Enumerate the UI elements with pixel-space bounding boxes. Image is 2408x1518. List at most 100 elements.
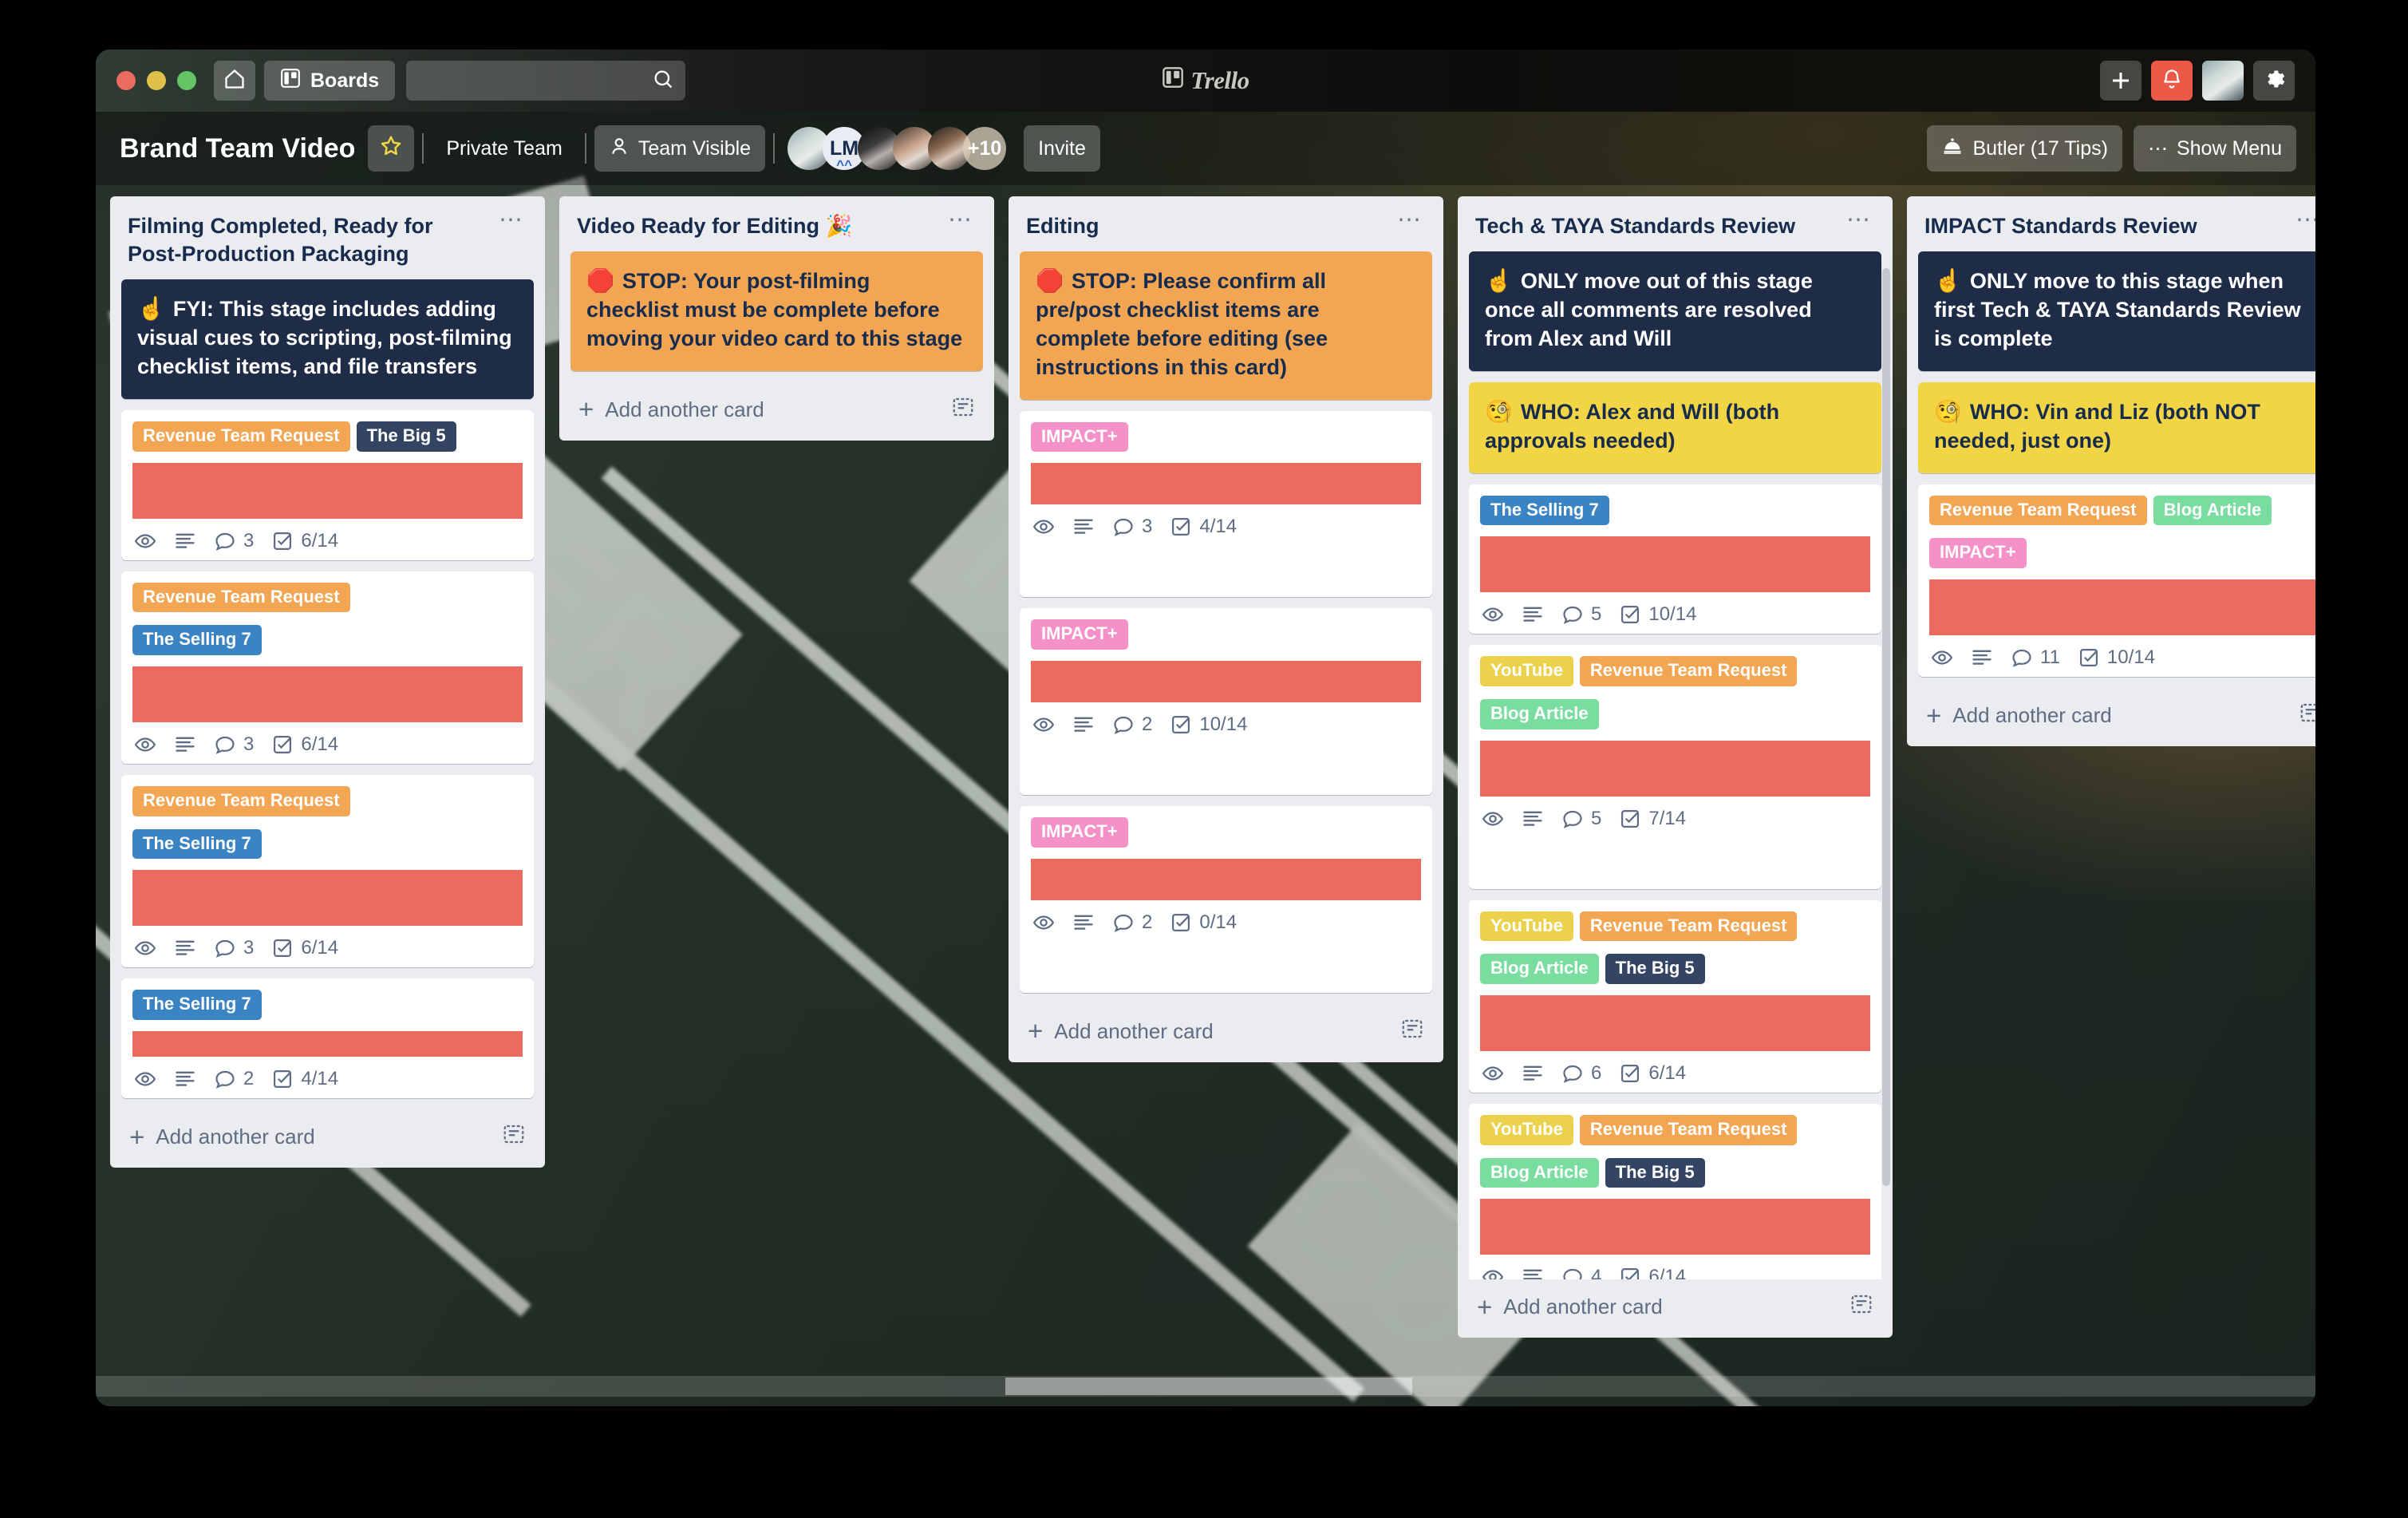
avatar[interactable] [1289, 548, 1328, 587]
card-template-icon[interactable] [502, 1122, 526, 1152]
card-label[interactable]: Blog Article [1480, 699, 1599, 729]
board-visibility-button[interactable]: Team Visible [594, 125, 766, 172]
card[interactable]: The Selling 7 2 4/14 [121, 978, 534, 1099]
avatar[interactable] [1335, 745, 1375, 785]
card[interactable]: Revenue Team Request The Selling 7 3 6/14 [121, 774, 534, 968]
card-label[interactable]: The Big 5 [356, 421, 456, 452]
list-menu-button[interactable]: ⋯ [494, 208, 529, 232]
card[interactable]: Revenue Team Request Blog Article IMPACT+ 1… [1918, 484, 2315, 677]
add-another-card-button[interactable]: + Add another card [570, 382, 983, 433]
add-another-card-button[interactable]: + Add another card [1020, 1004, 1432, 1054]
card-label[interactable]: Revenue Team Request [1579, 656, 1798, 686]
close-window-button[interactable] [116, 71, 136, 90]
card-label[interactable]: IMPACT+ [1031, 619, 1128, 650]
scrollbar-thumb[interactable] [1005, 1378, 1412, 1395]
maximize-window-button[interactable] [177, 71, 196, 90]
members-overflow-button[interactable]: +10 [963, 127, 1007, 170]
add-another-card-button[interactable]: + Add another card [121, 1109, 534, 1160]
list[interactable]: Video Ready for Editing 🎉 ⋯ 🛑 STOP: Your po… [559, 196, 994, 441]
card-template-icon[interactable] [951, 395, 975, 425]
board-horizontal-scrollbar[interactable] [96, 1376, 2315, 1397]
card-label[interactable]: YouTube [1480, 1115, 1573, 1145]
card[interactable]: YouTube Revenue Team Request Blog Article T… [1469, 899, 1881, 1093]
list[interactable]: Tech & TAYA Standards Review ⋯ ☝️ ONLY move… [1458, 196, 1893, 1338]
card[interactable]: Revenue Team Request The Selling 7 3 6/14 [121, 571, 534, 764]
card-label[interactable]: IMPACT+ [1031, 421, 1128, 453]
list[interactable]: Editing ⋯ 🛑 STOP: Please confirm all pre/po… [1009, 196, 1443, 1062]
home-button[interactable] [214, 61, 255, 101]
card-label[interactable]: Blog Article [1480, 954, 1599, 985]
card[interactable]: YouTube Revenue Team Request Blog Article T… [1469, 1104, 1881, 1279]
settings-button[interactable] [2253, 61, 2295, 101]
avatar[interactable] [1381, 548, 1421, 587]
card[interactable]: The Selling 7 5 10/14 [1469, 484, 1881, 634]
instruction-card[interactable]: 🛑 STOP: Your post-filming checklist must … [570, 251, 983, 371]
card-label[interactable]: IMPACT+ [1031, 817, 1128, 848]
card-label[interactable]: The Selling 7 [132, 828, 262, 860]
user-avatar[interactable] [2202, 61, 2244, 101]
card-template-icon[interactable] [1400, 1017, 1424, 1046]
instruction-card[interactable]: ☝️ FYI: This stage includes adding visual… [121, 279, 534, 399]
card-label[interactable]: YouTube [1480, 656, 1573, 686]
list[interactable]: IMPACT Standards Review ⋯ ☝️ ONLY move to t… [1907, 196, 2315, 746]
instruction-card[interactable]: 🧐 WHO: Vin and Liz (both NOT needed, just… [1918, 381, 2315, 473]
list-title[interactable]: Tech & TAYA Standards Review [1475, 212, 1834, 240]
add-another-card-button[interactable]: + Add another card [1469, 1279, 1881, 1330]
instruction-card[interactable]: 🧐 WHO: Alex and Will (both approvals need… [1469, 381, 1881, 473]
list-menu-button[interactable]: ⋯ [1842, 208, 1877, 232]
card-label[interactable]: Revenue Team Request [132, 421, 350, 452]
card-label[interactable]: Revenue Team Request [1929, 495, 2147, 526]
butler-button[interactable]: Butler (17 Tips) [1927, 125, 2122, 172]
list-title[interactable]: Filming Completed, Ready for Post-Produc… [128, 212, 486, 268]
avatar[interactable] [1289, 943, 1328, 983]
card-label[interactable]: Blog Article [1480, 1157, 1599, 1188]
card[interactable]: Revenue Team Request The Big 5 3 6/14 [121, 409, 534, 560]
list-menu-button[interactable]: ⋯ [2291, 208, 2315, 232]
list-title[interactable]: Video Ready for Editing 🎉 [577, 212, 935, 240]
card-label[interactable]: The Selling 7 [132, 990, 262, 1021]
card-label[interactable]: The Big 5 [1605, 1157, 1705, 1188]
search-box[interactable] [406, 61, 686, 101]
instruction-card[interactable]: ☝️ ONLY move out of this stage once all c… [1469, 251, 1881, 371]
card-label[interactable]: Revenue Team Request [132, 582, 350, 613]
board-lists[interactable]: Filming Completed, Ready for Post-Produc… [96, 185, 2315, 1406]
avatar[interactable] [1381, 745, 1421, 785]
list-title[interactable]: Editing [1026, 212, 1384, 240]
boards-button[interactable]: Boards [264, 61, 396, 101]
list-menu-button[interactable]: ⋯ [943, 208, 978, 232]
card-label[interactable]: Revenue Team Request [132, 785, 350, 816]
card[interactable]: IMPACT+ 2 0/14 [1020, 806, 1432, 993]
card-template-icon[interactable] [1849, 1292, 1873, 1322]
avatar[interactable] [1784, 840, 1824, 880]
list[interactable]: Filming Completed, Ready for Post-Produc… [110, 196, 545, 1168]
minimize-window-button[interactable] [147, 71, 166, 90]
card-label[interactable]: The Selling 7 [1480, 495, 1609, 526]
show-menu-button[interactable]: ⋯ Show Menu [2133, 125, 2296, 172]
search-input[interactable] [417, 70, 653, 91]
card-label[interactable]: The Selling 7 [132, 625, 262, 655]
star-board-button[interactable] [368, 125, 415, 172]
list-menu-button[interactable]: ⋯ [1392, 208, 1427, 232]
card-template-icon[interactable] [2299, 701, 2315, 730]
card-label[interactable]: The Big 5 [1605, 954, 1705, 985]
instruction-card[interactable]: 🛑 STOP: Please confirm all pre/post check… [1020, 251, 1432, 400]
add-another-card-button[interactable]: + Add another card [1918, 688, 2315, 738]
card[interactable]: YouTube Revenue Team Request Blog Article 5… [1469, 645, 1881, 889]
add-button[interactable] [2100, 61, 2142, 101]
team-name-button[interactable]: Private Team [432, 125, 576, 172]
instruction-card[interactable]: ☝️ ONLY move to this stage when first Tec… [1918, 251, 2315, 371]
list-title[interactable]: IMPACT Standards Review [1924, 212, 2283, 240]
list-vertical-scrollbar[interactable] [1882, 268, 1890, 1186]
invite-button[interactable]: Invite [1024, 125, 1100, 172]
card-label[interactable]: Revenue Team Request [1579, 1115, 1798, 1145]
notifications-button[interactable] [2151, 61, 2193, 101]
card-label[interactable]: Revenue Team Request [1579, 911, 1798, 942]
card[interactable]: IMPACT+ 2 10/14 [1020, 608, 1432, 796]
avatar[interactable] [1335, 548, 1375, 587]
card[interactable]: IMPACT+ 3 4/14 [1020, 410, 1432, 598]
card-label[interactable]: Blog Article [2153, 495, 2272, 526]
card-label[interactable]: IMPACT+ [1929, 538, 2027, 568]
avatar[interactable] [1335, 943, 1375, 983]
card-label[interactable]: YouTube [1480, 911, 1573, 942]
avatar[interactable] [1289, 745, 1328, 785]
